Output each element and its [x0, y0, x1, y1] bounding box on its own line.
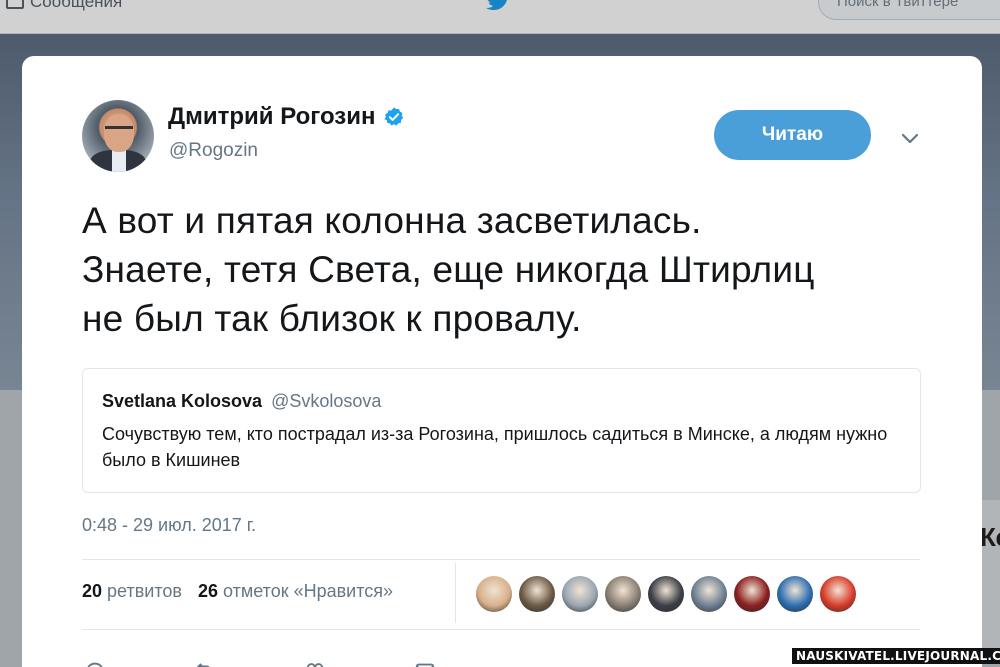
author-name-text: Дмитрий Рогозин	[168, 103, 376, 130]
author-handle[interactable]: @Rogozin	[169, 140, 258, 162]
author-name[interactable]: Дмитрий Рогозин	[168, 103, 405, 131]
liker-avatar[interactable]	[519, 576, 555, 612]
likes-count: 26	[197, 581, 218, 601]
quoted-tweet[interactable]: Svetlana Kolosova @Svkolosova Сочувствую…	[82, 368, 921, 493]
tweet-timestamp[interactable]: 0:48 - 29 июл. 2017 г.	[82, 515, 256, 536]
chevron-down-icon[interactable]	[898, 126, 922, 150]
likes-label: отметок «Нравится»	[223, 581, 394, 601]
tweet-text: А вот и пятая колонна засветилась. Знает…	[82, 196, 952, 343]
tweet-text-line: А вот и пятая колонна засветилась.	[82, 200, 702, 241]
quoted-tweet-header: Svetlana Kolosova @Svkolosova	[102, 391, 381, 412]
watermark: NAUSKIVATEL.LIVEJOURNAL.COM	[792, 648, 1000, 664]
message-icon[interactable]	[412, 660, 438, 667]
quoted-tweet-text: Сочувствую тем, кто пострадал из-за Рого…	[102, 424, 888, 470]
tweet-actions	[82, 660, 438, 667]
liker-avatar[interactable]	[691, 576, 727, 612]
author-avatar[interactable]	[82, 100, 154, 172]
heart-icon[interactable]	[302, 660, 328, 667]
retweets-stat[interactable]: 20 ретвитов	[82, 581, 182, 602]
avatar-face	[104, 114, 134, 152]
tweet-modal: Дмитрий Рогозин @Rogozin Читаю А вот и п…	[22, 56, 982, 667]
liker-avatar[interactable]	[734, 576, 770, 612]
divider	[455, 563, 456, 623]
retweet-icon[interactable]	[192, 660, 218, 667]
reply-icon[interactable]	[82, 660, 108, 667]
avatar-shirt	[112, 150, 126, 172]
liker-avatar[interactable]	[820, 576, 856, 612]
liker-avatar[interactable]	[605, 576, 641, 612]
liker-avatar[interactable]	[648, 576, 684, 612]
retweets-label: ретвитов	[107, 581, 182, 601]
liker-avatar[interactable]	[777, 576, 813, 612]
tweet-text-line: Знаете, тетя Света, еще никогда Штирлиц	[82, 249, 815, 290]
retweets-count: 20	[82, 581, 103, 601]
liker-avatar[interactable]	[562, 576, 598, 612]
quoted-author-handle: @Svkolosova	[271, 391, 382, 411]
divider	[82, 629, 920, 630]
liker-avatar[interactable]	[476, 576, 512, 612]
following-button[interactable]: Читаю	[714, 110, 871, 160]
avatar-glasses	[105, 126, 133, 133]
verified-badge-icon	[384, 107, 404, 126]
tweet-stats: 20 ретвитов 26 отметок «Нравится»	[82, 581, 393, 602]
quoted-author-name: Svetlana Kolosova	[102, 391, 263, 411]
divider	[82, 559, 920, 560]
likers-avatars	[476, 576, 856, 612]
likes-stat[interactable]: 26 отметок «Нравится»	[198, 581, 393, 602]
tweet-text-line: не был так близок к провалу.	[82, 298, 582, 339]
